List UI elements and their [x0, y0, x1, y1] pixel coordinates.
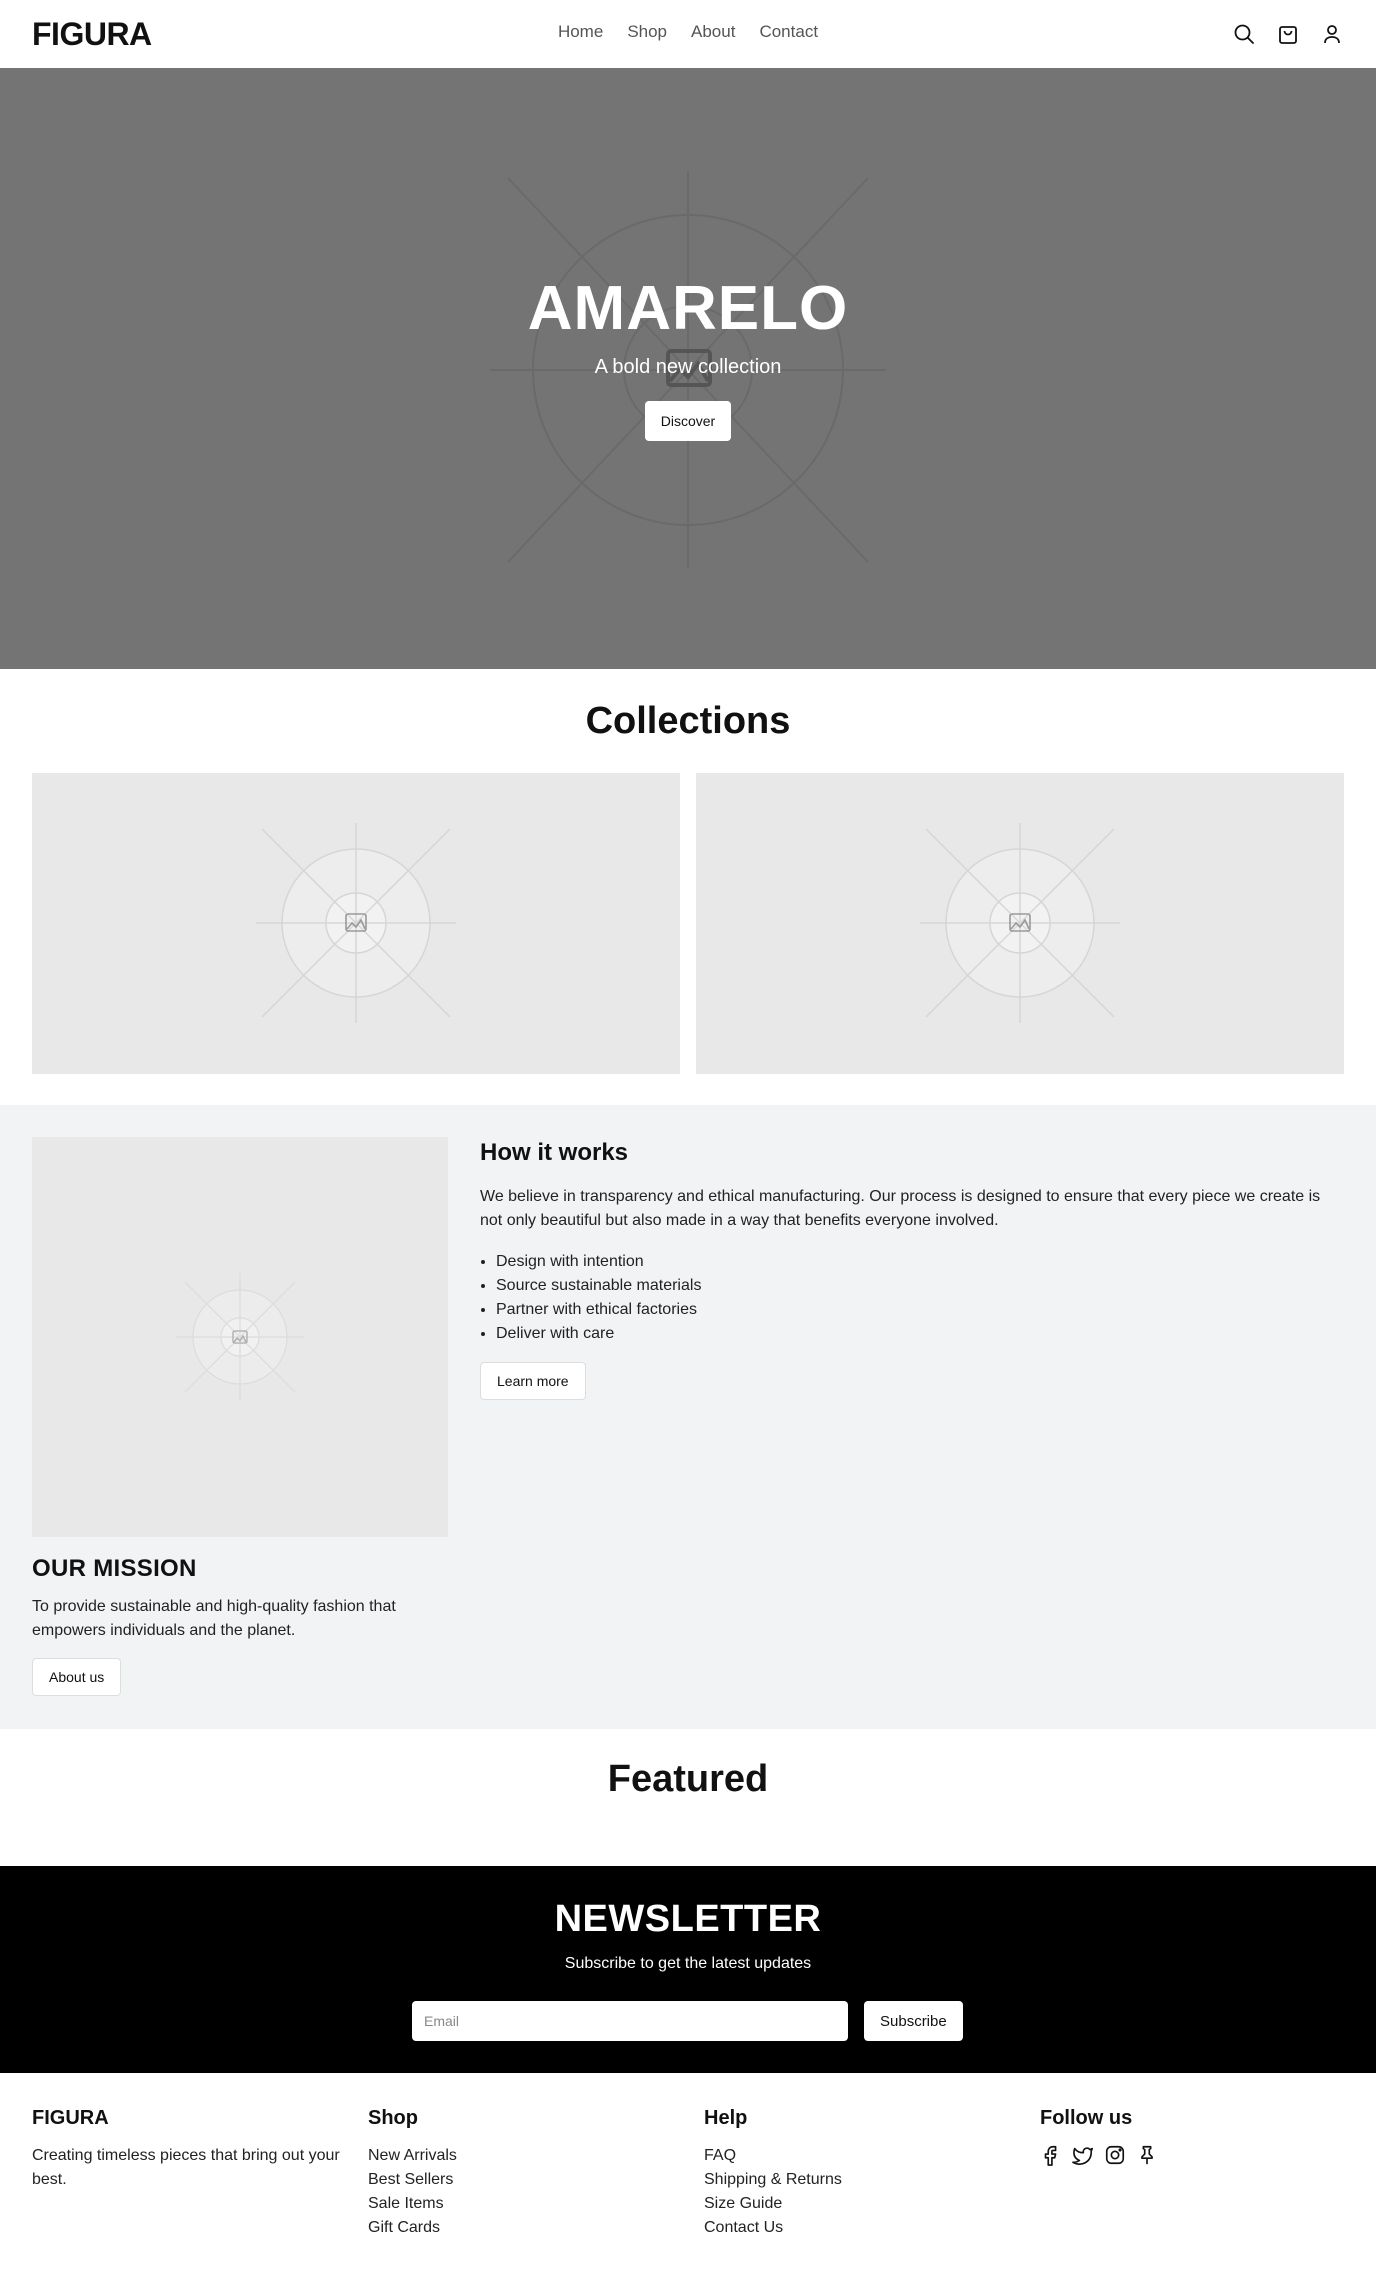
newsletter-title: NEWSLETTER: [554, 1898, 822, 1940]
cart-icon[interactable]: [1276, 22, 1300, 46]
footer-link-size-guide[interactable]: Size Guide: [704, 2192, 1024, 2216]
steps-list: Design with intention Source sustainable…: [496, 1250, 701, 1346]
image-placeholder: [920, 823, 1120, 1023]
how-it-works-section: OUR MISSION To provide sustainable and h…: [0, 1105, 1376, 1729]
list-item: Source sustainable materials: [496, 1274, 701, 1298]
list-item: Design with intention: [496, 1250, 701, 1274]
hero-subtitle: A bold new collection: [594, 356, 782, 378]
hero-banner: AMARELO A bold new collection Discover: [0, 68, 1376, 669]
footer-link-best-sellers[interactable]: Best Sellers: [368, 2168, 688, 2192]
main-nav: Home Shop About Contact: [558, 22, 818, 42]
footer-link-shipping-returns[interactable]: Shipping & Returns: [704, 2168, 1024, 2192]
pinterest-icon[interactable]: [1136, 2144, 1158, 2166]
brand-logo[interactable]: FIGURA: [32, 16, 152, 53]
footer-help: Help FAQ Shipping & Returns Size Guide C…: [704, 2107, 1024, 2240]
social-links: [1040, 2144, 1360, 2166]
nav-shop[interactable]: Shop: [627, 22, 667, 42]
image-placeholder: [256, 823, 456, 1023]
collection-card[interactable]: [696, 773, 1344, 1074]
nav-about[interactable]: About: [691, 22, 735, 42]
facebook-icon[interactable]: [1040, 2144, 1062, 2166]
nav-contact[interactable]: Contact: [759, 22, 818, 42]
instagram-icon[interactable]: [1104, 2144, 1126, 2166]
footer-shop: Shop New Arrivals Best Sellers Sale Item…: [368, 2107, 688, 2240]
footer-brand-text: Creating timeless pieces that bring out …: [32, 2147, 340, 2188]
subscribe-button[interactable]: Subscribe: [864, 2001, 963, 2041]
list-item: Partner with ethical factories: [496, 1298, 701, 1322]
mission-title: OUR MISSION: [32, 1555, 197, 1582]
footer-shop-title: Shop: [368, 2107, 418, 2129]
footer-link-gift-cards[interactable]: Gift Cards: [368, 2216, 688, 2240]
discover-button[interactable]: Discover: [644, 401, 732, 441]
footer-social: Follow us: [1040, 2107, 1360, 2166]
footer-brand-title: FIGURA: [32, 2107, 109, 2129]
newsletter-section: NEWSLETTER Subscribe to get the latest u…: [0, 1866, 1376, 2073]
how-text: We believe in transparency and ethical m…: [480, 1188, 1321, 1229]
hero-content: AMARELO A bold new collection Discover: [0, 278, 1376, 441]
twitter-icon[interactable]: [1072, 2144, 1094, 2166]
footer-link-contact-us[interactable]: Contact Us: [704, 2216, 1024, 2240]
list-item: Deliver with care: [496, 1322, 701, 1346]
footer-link-sale-items[interactable]: Sale Items: [368, 2192, 688, 2216]
footer-link-new-arrivals[interactable]: New Arrivals: [368, 2144, 688, 2168]
user-icon[interactable]: [1320, 22, 1344, 46]
footer-brand: FIGURA Creating timeless pieces that bri…: [32, 2107, 352, 2192]
how-image: [32, 1137, 448, 1537]
learn-more-button[interactable]: Learn more: [480, 1362, 586, 1400]
newsletter-subtitle: Subscribe to get the latest updates: [564, 1955, 812, 1972]
newsletter-form: Subscribe: [412, 2001, 963, 2041]
collection-card[interactable]: [32, 773, 680, 1074]
image-placeholder: [176, 1273, 304, 1401]
site-header: FIGURA Home Shop About Contact: [0, 0, 1376, 68]
mission-text: To provide sustainable and high-quality …: [32, 1598, 396, 1639]
hero-title: AMARELO: [527, 274, 849, 343]
footer-social-title: Follow us: [1040, 2107, 1133, 2129]
search-icon[interactable]: [1232, 22, 1256, 46]
about-us-button[interactable]: About us: [32, 1658, 122, 1696]
header-actions: [1232, 22, 1344, 46]
how-title: How it works: [480, 1139, 629, 1166]
email-field[interactable]: [412, 2001, 848, 2041]
featured-title: Featured: [607, 1758, 769, 1800]
collections-title: Collections: [585, 700, 791, 742]
nav-home[interactable]: Home: [558, 22, 603, 42]
footer-help-title: Help: [704, 2107, 748, 2129]
footer-link-faq[interactable]: FAQ: [704, 2144, 1024, 2168]
